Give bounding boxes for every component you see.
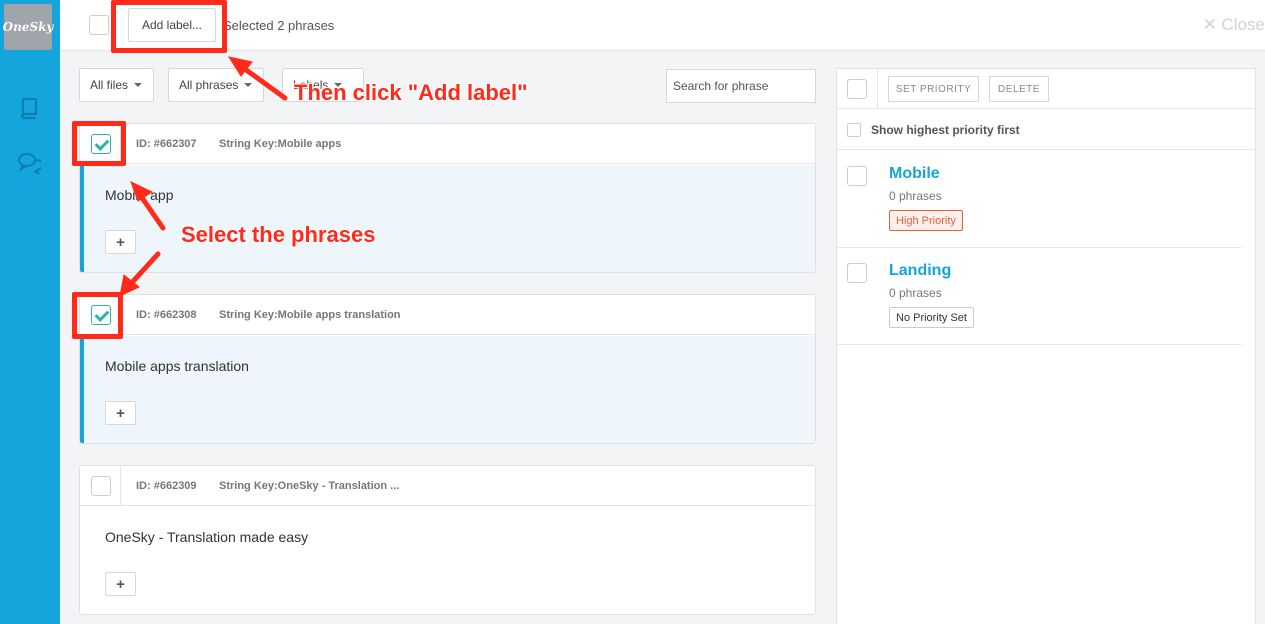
phrase-id: ID: #662307	[136, 138, 197, 150]
divider	[877, 69, 878, 109]
phrase-card-header: ID: #662307 String Key:Mobile apps	[80, 124, 815, 164]
chevron-down-icon	[134, 83, 143, 87]
files-filter-dropdown[interactable]: All files	[79, 68, 154, 102]
phrase-string-key: String Key:OneSky - Translation ...	[219, 480, 400, 492]
phrase-card-body: Mobile app +	[80, 165, 815, 272]
label-phrase-count: 0 phrases	[889, 286, 942, 300]
phrase-checkbox[interactable]	[91, 476, 111, 496]
annotation-select-note: Select the phrases	[181, 222, 376, 247]
phrases-filter-dropdown[interactable]: All phrases	[168, 68, 264, 102]
book-icon[interactable]	[17, 96, 41, 120]
checkbox-highlight	[72, 292, 123, 339]
sort-checkbox[interactable]	[847, 123, 861, 137]
app-logo[interactable]: OneSky	[3, 4, 53, 50]
phrase-card-header: ID: #662309 String Key:OneSky - Translat…	[80, 466, 815, 506]
label-checkbox[interactable]	[847, 166, 867, 186]
label-name[interactable]: Landing	[889, 262, 951, 280]
add-button[interactable]: +	[105, 401, 136, 425]
labels-panel-header: SET PRIORITY DELETE	[837, 69, 1255, 109]
close-button[interactable]: ✕ Close	[1203, 15, 1265, 35]
phrases-filter-label: All phrases	[179, 78, 239, 92]
search-input[interactable]	[666, 69, 816, 103]
label-name[interactable]: Mobile	[889, 165, 940, 183]
sidebar: OneSky	[0, 0, 60, 624]
select-all-checkbox[interactable]	[89, 15, 109, 35]
phrase-id: ID: #662308	[136, 309, 197, 321]
phrase-card-body: Mobile apps translation +	[80, 336, 815, 443]
divider	[120, 466, 121, 506]
phrase-card[interactable]: ID: #662309 String Key:OneSky - Translat…	[79, 465, 816, 615]
priority-badge: No Priority Set	[889, 307, 974, 328]
labels-panel: SET PRIORITY DELETE Show highest priorit…	[836, 68, 1256, 624]
phrase-string-key: String Key:Mobile apps translation	[219, 309, 401, 321]
files-filter-label: All files	[90, 78, 129, 92]
chevron-down-icon	[244, 83, 253, 87]
label-checkbox[interactable]	[847, 263, 867, 283]
phrase-text: OneSky - Translation made easy	[105, 529, 309, 545]
add-button[interactable]: +	[105, 230, 136, 254]
add-label-highlight	[111, 0, 227, 53]
label-phrase-count: 0 phrases	[889, 189, 942, 203]
phrase-card-body: OneSky - Translation made easy +	[80, 507, 815, 614]
phrase-card-header: ID: #662308 String Key:Mobile apps trans…	[80, 295, 815, 335]
phrase-string-key: String Key:Mobile apps	[219, 138, 342, 150]
select-all-labels-checkbox[interactable]	[847, 79, 867, 99]
delete-button[interactable]: DELETE	[989, 76, 1049, 102]
phrase-text: Mobile app	[105, 187, 174, 203]
selection-count: Selected 2 phrases	[223, 18, 335, 33]
priority-badge: High Priority	[889, 210, 963, 231]
add-button[interactable]: +	[105, 572, 136, 596]
sort-option[interactable]: Show highest priority first	[837, 110, 1255, 150]
label-item[interactable]: Landing 0 phrases No Priority Set	[837, 248, 1241, 345]
phrase-card[interactable]: ID: #662307 String Key:Mobile apps Mobil…	[79, 123, 816, 273]
sort-label: Show highest priority first	[871, 123, 1020, 137]
phrase-text: Mobile apps translation	[105, 358, 249, 374]
toolbar: Add label... Selected 2 phrases ✕ Close	[60, 0, 1265, 51]
label-item[interactable]: Mobile 0 phrases High Priority	[837, 151, 1241, 248]
annotation-add-label-note: Then click "Add label"	[294, 80, 528, 105]
checkbox-highlight	[72, 121, 126, 166]
set-priority-button[interactable]: SET PRIORITY	[888, 76, 979, 102]
phrase-id: ID: #662309	[136, 480, 197, 492]
phrase-card[interactable]: ID: #662308 String Key:Mobile apps trans…	[79, 294, 816, 444]
chat-icon[interactable]	[17, 151, 41, 175]
